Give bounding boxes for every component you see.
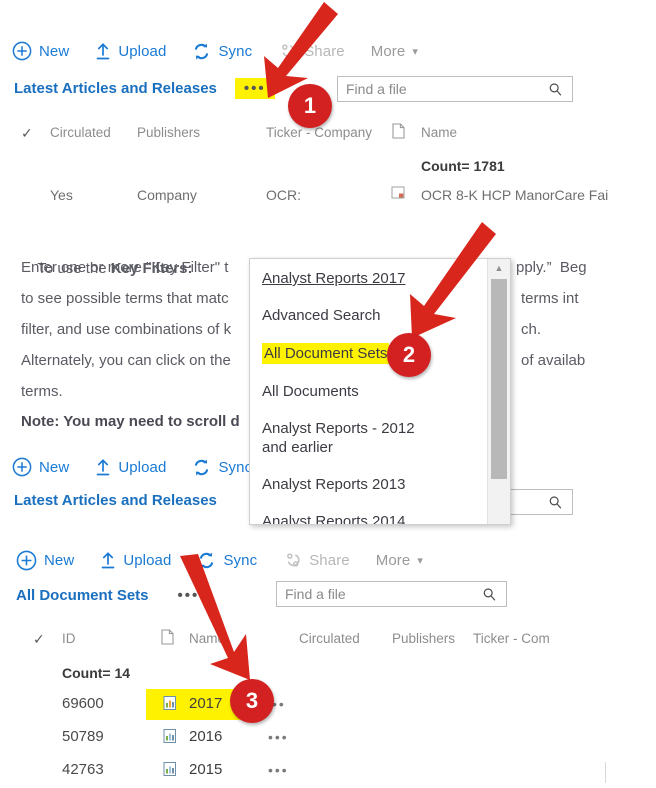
document-set-icon — [163, 761, 178, 782]
sync-refresh-icon — [197, 551, 216, 570]
search-magnifier-icon[interactable] — [482, 587, 506, 602]
chevron-down-icon: ▾ — [417, 554, 423, 567]
count-label-3: Count= 14 — [62, 665, 131, 681]
search-input-3[interactable]: Find a file — [277, 586, 482, 602]
dropdown-item-all-documents[interactable]: All Documents — [262, 382, 488, 401]
document-page-icon-3 — [161, 629, 174, 650]
new-button-3[interactable]: New — [16, 550, 74, 571]
row-id: 69600 — [62, 695, 104, 712]
column-header-name-3[interactable]: Name — [189, 631, 225, 646]
instructions-right-1: pply.” Beg — [516, 259, 587, 276]
upload-button-label-3: Upload — [123, 551, 172, 569]
table-row[interactable]: 42763 2015 ••• — [0, 755, 656, 788]
document-set-icon — [163, 728, 178, 749]
new-button-2[interactable]: New — [12, 457, 69, 477]
view-title-3[interactable]: All Document Sets — [16, 587, 149, 604]
column-header-publishers-3[interactable]: Publishers — [392, 631, 455, 646]
sync-refresh-icon — [192, 458, 211, 477]
upload-arrow-icon — [100, 551, 116, 570]
view-title-2[interactable]: Latest Articles and Releases — [14, 492, 217, 509]
page-edge-divider — [605, 762, 606, 783]
scrollbar-thumb[interactable] — [491, 279, 507, 479]
instructions-note: Note: You may need to scroll d — [21, 413, 240, 430]
row-id: 42763 — [62, 761, 104, 778]
table-row[interactable]: 50789 2016 ••• — [0, 722, 656, 755]
row-ellipsis-menu[interactable]: ••• — [268, 762, 289, 778]
instructions-line-4: Alternately, you can click on the — [21, 352, 231, 369]
column-header-id[interactable]: ID — [62, 631, 76, 646]
dropdown-item-all-document-sets-label[interactable]: All Document Sets — [262, 343, 390, 364]
sync-button-3[interactable]: Sync — [197, 551, 257, 570]
document-set-icon — [163, 695, 178, 716]
search-magnifier-icon[interactable] — [548, 495, 572, 510]
share-button-label-3: Share — [309, 551, 350, 569]
row-ellipsis-menu[interactable]: •• — [272, 696, 286, 712]
dropdown-item-list: Analyst Reports 2017 Advanced Search All… — [250, 259, 488, 524]
table-row[interactable]: 69600 2017 •• — [0, 689, 656, 722]
instructions-right-4: of availab — [521, 352, 586, 369]
more-button-3[interactable]: More ▾ — [376, 552, 423, 569]
plus-circle-icon — [12, 457, 32, 477]
row-ellipsis-menu[interactable]: ••• — [268, 729, 289, 745]
new-button-label-2: New — [39, 458, 70, 476]
toolbar-2: New Upload Sync — [12, 450, 278, 484]
dropdown-item-all-document-sets[interactable]: All Document Sets — [262, 343, 488, 364]
view-ellipsis-menu-3[interactable]: ••• — [169, 585, 209, 606]
annotation-badge-2: 2 — [387, 333, 431, 377]
annotation-badge-1: 1 — [288, 84, 332, 128]
dropdown-item-analyst-reports-2014[interactable]: Analyst Reports 2014 — [262, 512, 488, 524]
upload-button-label-2: Upload — [118, 458, 167, 476]
column-header-ticker-com[interactable]: Ticker - Com — [473, 631, 550, 646]
toolbar-3: New Upload Sync Share More ▾ — [16, 543, 449, 577]
dropdown-item-analyst-reports-2013[interactable]: Analyst Reports 2013 — [262, 475, 488, 494]
sync-button-label-2: Sync — [218, 458, 253, 476]
instructions-line-2: to see possible terms that matc — [21, 290, 229, 307]
row-id: 50789 — [62, 728, 104, 745]
dropdown-item-analyst-reports-2017[interactable]: Analyst Reports 2017 — [262, 269, 488, 288]
row-name[interactable]: 2016 — [189, 728, 222, 745]
search-box-2[interactable] — [510, 489, 573, 515]
view-selector-2[interactable]: Latest Articles and Releases — [14, 492, 217, 509]
view-selector-3[interactable]: All Document Sets ••• — [16, 585, 208, 606]
upload-button-3[interactable]: Upload — [100, 551, 171, 570]
select-all-check-icon-3[interactable]: ✓ — [33, 631, 45, 648]
more-button-label-3: More — [375, 551, 411, 569]
upload-arrow-icon — [95, 458, 111, 477]
instructions-line-3: filter, and use combinations of k — [21, 321, 232, 338]
instructions-right-3: ch. — [521, 321, 542, 338]
instructions-line-1: Enter one or more "Key Filter" t — [21, 259, 229, 276]
share-button-3[interactable]: Share — [283, 551, 350, 570]
section-all-document-sets: New Upload Sync Share More ▾ All Documen… — [0, 535, 656, 783]
share-icon — [283, 551, 302, 570]
view-dropdown-menu[interactable]: Analyst Reports 2017 Advanced Search All… — [249, 258, 511, 525]
search-box-3[interactable]: Find a file — [276, 581, 507, 607]
dropdown-item-advanced-search[interactable]: Advanced Search — [262, 306, 488, 325]
new-button-label-3: New — [44, 551, 75, 569]
annotation-badge-3: 3 — [230, 679, 274, 723]
dropdown-scrollbar[interactable]: ▲ — [487, 259, 510, 524]
instructions-line-5: terms. — [21, 383, 63, 400]
sync-button-label-3: Sync — [223, 551, 258, 569]
sync-button-2[interactable]: Sync — [192, 458, 252, 477]
dropdown-item-analyst-reports-2012-and-earlier[interactable]: Analyst Reports - 2012 and earlier — [262, 419, 440, 457]
upload-button-2[interactable]: Upload — [95, 458, 166, 477]
plus-circle-icon — [16, 550, 37, 571]
column-header-circulated-3[interactable]: Circulated — [299, 631, 360, 646]
row-name[interactable]: 2017 — [189, 695, 222, 712]
scroll-up-arrow-icon[interactable]: ▲ — [488, 259, 510, 277]
row-name[interactable]: 2015 — [189, 761, 222, 778]
instructions-right-2: terms int — [521, 290, 579, 307]
